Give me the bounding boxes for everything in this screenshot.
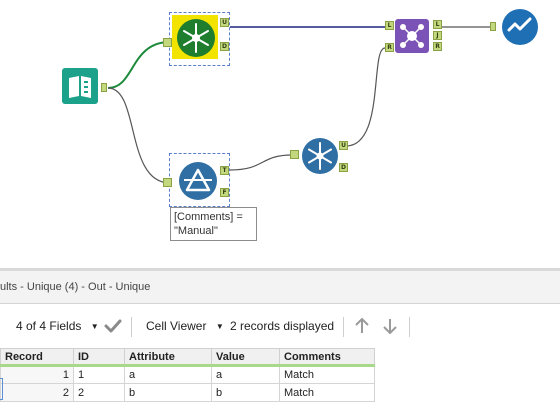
record-number[interactable]: 1 [0,365,74,384]
results-toolbar: 4 of 4 Fields ▼ Cell Viewer ▼ 2 records … [0,305,560,347]
join-tool[interactable]: L R L J R [385,17,445,57]
record-number[interactable]: 2 [0,383,74,402]
unique-tool-selection[interactable]: U D [163,12,230,66]
cell-id[interactable]: 1 [73,365,125,384]
connection-unique2-join-right[interactable] [345,47,386,147]
checkmark-icon[interactable] [104,318,122,334]
unique-icon [177,19,215,57]
table-row[interactable]: 1 1 a a Match [0,365,375,384]
connection-filter-unique2[interactable] [229,154,293,171]
column-header-attribute[interactable]: Attribute [124,348,212,367]
unique-tool-2[interactable]: U D [290,136,350,180]
browse-input-anchor[interactable] [490,22,496,31]
column-header-value[interactable]: Value [211,348,280,367]
connection-input-unique[interactable] [107,41,171,89]
browse-tool[interactable] [490,6,540,48]
unique-icon [302,138,338,174]
cell-comments[interactable]: Match [279,365,375,384]
column-header-record[interactable]: Record [0,348,74,367]
results-header: ults - Unique (4) - Out - Unique [0,271,560,304]
input-output-anchor[interactable] [101,83,107,92]
records-count: 2 records displayed [230,319,335,333]
unique2-d-anchor[interactable]: D [339,163,348,172]
filter-icon [179,162,217,200]
cell-id[interactable]: 2 [73,383,125,402]
unique-d-anchor[interactable]: D [220,42,229,51]
join-r-anchor[interactable]: R [385,43,394,52]
column-header-id[interactable]: ID [73,348,125,367]
arrow-down-icon[interactable] [382,317,398,335]
connection-layer [107,26,490,184]
unique2-u-anchor[interactable]: U [339,141,348,150]
cell-viewer-label: Cell Viewer [146,319,207,333]
input-data-icon [62,68,98,104]
fields-dropdown-label: 4 of 4 Fields [16,319,82,333]
unique-u-anchor[interactable]: U [220,18,229,27]
chevron-down-icon: ▼ [90,322,99,331]
connection-input-filter[interactable] [107,87,171,184]
chevron-down-icon: ▼ [215,322,224,331]
column-header-comments[interactable]: Comments [279,348,375,367]
join-out-r-anchor[interactable]: R [433,42,442,51]
join-out-j-anchor[interactable]: J [433,31,442,40]
browse-icon [502,9,538,45]
workflow-canvas[interactable]: U D T F [Comments] = "Manual" U D L R L … [0,0,560,268]
cell-attribute[interactable]: a [124,365,212,384]
unique2-input-anchor[interactable] [290,150,299,159]
grid-header-row: Record ID Attribute Value Comments [0,348,375,367]
cell-value[interactable]: b [211,383,280,402]
fields-dropdown[interactable]: 4 of 4 Fields ▼ [16,319,99,333]
results-grid[interactable]: Record ID Attribute Value Comments 1 1 a… [0,348,560,402]
join-out-l-anchor[interactable]: L [433,20,442,29]
results-title: ults - Unique (4) - Out - Unique [0,281,151,293]
cell-value[interactable]: a [211,365,280,384]
arrow-up-icon[interactable] [354,317,370,335]
filter-input-anchor[interactable] [163,178,172,187]
filter-f-anchor[interactable]: F [220,188,229,197]
toolbar-separator [131,317,132,337]
toolbar-separator [409,317,410,337]
filter-expression-line2: "Manual" [174,225,218,237]
unique-input-anchor[interactable] [163,38,172,47]
cell-comments[interactable]: Match [279,383,375,402]
filter-expression-line1: [Comments] = [174,211,243,223]
join-icon [395,19,429,53]
row-selection-indicator [0,378,3,400]
filter-tool-selection[interactable]: T F [163,153,230,207]
cell-attribute[interactable]: b [124,383,212,402]
toolbar-separator [343,317,344,337]
cell-viewer-dropdown[interactable]: Cell Viewer ▼ [146,319,224,333]
join-l-anchor[interactable]: L [385,21,394,30]
filter-expression-annotation[interactable]: [Comments] = "Manual" [170,207,257,241]
filter-t-anchor[interactable]: T [220,166,229,175]
table-row[interactable]: 2 2 b b Match [0,383,375,402]
input-data-tool[interactable] [62,68,107,104]
